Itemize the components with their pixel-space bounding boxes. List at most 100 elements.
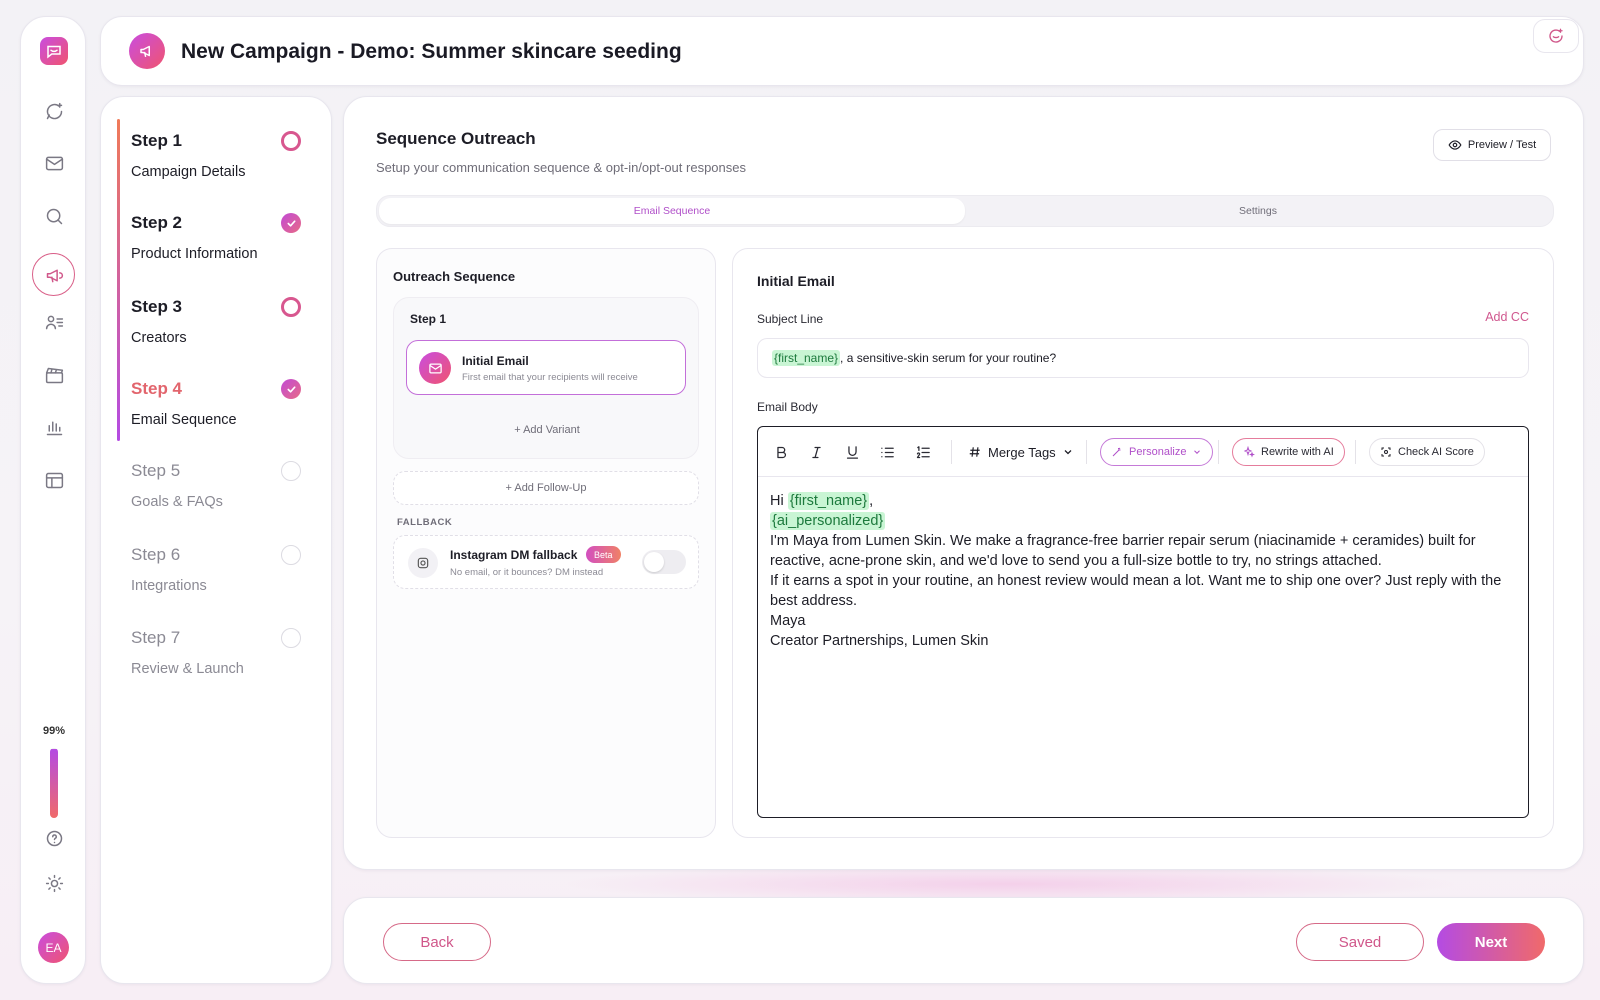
step-title: Step 2: [131, 213, 183, 232]
toolbar-divider: [1086, 440, 1087, 464]
step-status-ring-icon: [281, 297, 301, 317]
fallback-title: Instagram DM fallback: [450, 548, 578, 562]
rewrite-with-ai-button[interactable]: Rewrite with AI: [1232, 438, 1345, 466]
fallback-subtitle: No email, or it bounces? DM instead: [450, 567, 604, 578]
megaphone-icon: [129, 33, 165, 69]
merge-tag: {first_name}: [787, 492, 870, 510]
saved-button[interactable]: Saved: [1296, 923, 1424, 961]
initial-email-title: Initial Email: [462, 354, 529, 368]
step-1-group: Step 1 Initial Email First email that yo…: [393, 297, 699, 459]
step-status-empty-icon: [281, 461, 301, 481]
fallback-heading: FALLBACK: [397, 517, 453, 528]
email-body-content: Hi {first_name}, {ai_personalized} I'm M…: [770, 491, 1514, 651]
add-follow-up-button[interactable]: + Add Follow-Up: [393, 471, 699, 505]
body-paragraph: If it earns a spot in your routine, an h…: [770, 573, 1502, 609]
hash-icon: [969, 447, 980, 457]
greeting-line: Hi {first_name},: [770, 491, 1514, 511]
tab-bar: Email Sequence Settings: [376, 195, 1554, 227]
numbered-list-icon[interactable]: [912, 441, 934, 463]
email-editor-panel: Initial Email Subject Line Add CC {first…: [732, 248, 1554, 838]
bold-icon[interactable]: [770, 441, 792, 463]
merge-tag: {first_name}: [772, 350, 841, 366]
check-ai-score-button[interactable]: Check AI Score: [1369, 438, 1485, 466]
outreach-title: Outreach Sequence: [393, 269, 516, 284]
mail-icon[interactable]: [42, 151, 66, 175]
steps-panel: Step 1 Campaign Details Step 2 Product I…: [100, 96, 332, 984]
tab-email-sequence[interactable]: Email Sequence: [379, 198, 965, 224]
step-status-empty-icon: [281, 628, 301, 648]
sun-icon[interactable]: [42, 871, 66, 895]
step-7[interactable]: Step 7 Review & Launch: [101, 614, 333, 688]
preview-test-label: Preview / Test: [1467, 139, 1537, 151]
page-title: New Campaign - Demo: Summer skincare see…: [181, 40, 682, 63]
add-variant-button[interactable]: + Add Variant: [394, 424, 700, 436]
help-icon[interactable]: [42, 826, 66, 850]
icon-rail: 99% EA: [20, 16, 86, 984]
merge-tag: {ai_personalized}: [770, 512, 886, 530]
step-subtitle: Email Sequence: [131, 412, 237, 428]
scan-icon: [1381, 447, 1391, 457]
magic-wand-icon: [1112, 447, 1121, 457]
section-subtitle: Setup your communication sequence & opt-…: [376, 160, 746, 175]
underline-icon[interactable]: [841, 441, 863, 463]
step-4[interactable]: Step 4 Email Sequence: [101, 365, 333, 439]
section-title: Sequence Outreach: [376, 129, 536, 148]
app-logo[interactable]: [40, 37, 68, 65]
instagram-fallback-card: Instagram DM fallback Beta No email, or …: [393, 535, 699, 589]
chevron-down-icon: [1194, 450, 1201, 454]
subject-input[interactable]: {first_name}, a sensitive-skin serum for…: [757, 338, 1529, 378]
toolbar-divider: [1218, 440, 1219, 464]
step-6[interactable]: Step 6 Integrations: [101, 531, 333, 605]
subject-line-label: Subject Line: [757, 312, 824, 326]
ai-chat-button[interactable]: [1533, 19, 1579, 53]
initial-email-card[interactable]: Initial Email First email that your reci…: [406, 340, 686, 395]
tab-settings[interactable]: Settings: [965, 198, 1551, 224]
step-subtitle: Product Information: [131, 246, 258, 262]
bar-chart-icon[interactable]: [42, 415, 66, 439]
back-button[interactable]: Back: [383, 923, 491, 961]
toolbar-divider: [1355, 440, 1356, 464]
step-subtitle: Creators: [131, 330, 187, 346]
main-panel: Sequence Outreach Setup your communicati…: [343, 96, 1584, 870]
step-1[interactable]: Step 1 Campaign Details: [101, 117, 333, 191]
next-button[interactable]: Next: [1437, 923, 1545, 961]
initial-email-subtitle: First email that your recipients will re…: [462, 372, 638, 383]
eye-icon: [1448, 140, 1462, 150]
table-icon[interactable]: [42, 468, 66, 492]
megaphone-icon[interactable]: [42, 263, 66, 287]
personalize-label: Personalize: [1129, 446, 1187, 458]
clapper-icon[interactable]: [42, 363, 66, 387]
step-subtitle: Campaign Details: [131, 164, 246, 180]
chat-sparkle-icon[interactable]: [42, 99, 66, 123]
add-cc-link[interactable]: Add CC: [1485, 310, 1529, 324]
step-title: Step 3: [131, 297, 183, 316]
email-body-label: Email Body: [757, 400, 818, 414]
instagram-icon: [408, 548, 438, 578]
preview-test-button[interactable]: Preview / Test: [1433, 129, 1551, 161]
step-title: Step 7: [131, 628, 181, 647]
fallback-toggle[interactable]: [642, 550, 686, 574]
progress-fill: [50, 748, 58, 818]
avatar[interactable]: EA: [38, 932, 69, 963]
step-2[interactable]: Step 2 Product Information: [101, 199, 333, 273]
subject-text: , a sensitive-skin serum for your routin…: [840, 351, 1057, 365]
users-list-icon[interactable]: [42, 310, 66, 334]
italic-icon[interactable]: [805, 441, 827, 463]
sparkles-icon: [1243, 446, 1255, 458]
toolbar-divider: [951, 440, 952, 464]
bullet-list-icon[interactable]: [876, 441, 898, 463]
body-paragraph: I'm Maya from Lumen Skin. We make a frag…: [770, 533, 1476, 569]
editor-title: Initial Email: [757, 273, 835, 289]
signature-name: Maya: [770, 613, 806, 629]
step-5[interactable]: Step 5 Goals & FAQs: [101, 447, 333, 521]
step-3[interactable]: Step 3 Creators: [101, 283, 333, 357]
merge-tags-dropdown[interactable]: Merge Tags: [968, 441, 1074, 463]
search-icon[interactable]: [42, 204, 66, 228]
step-title: Step 6: [131, 545, 181, 564]
step-status-ring-icon: [281, 131, 301, 151]
mail-icon: [419, 352, 451, 384]
editor-toolbar: Merge Tags Personalize Rewrite with AI C…: [758, 427, 1528, 477]
progress-bar: [50, 748, 58, 818]
email-body-editor[interactable]: Merge Tags Personalize Rewrite with AI C…: [757, 426, 1529, 818]
personalize-button[interactable]: Personalize: [1100, 438, 1214, 466]
